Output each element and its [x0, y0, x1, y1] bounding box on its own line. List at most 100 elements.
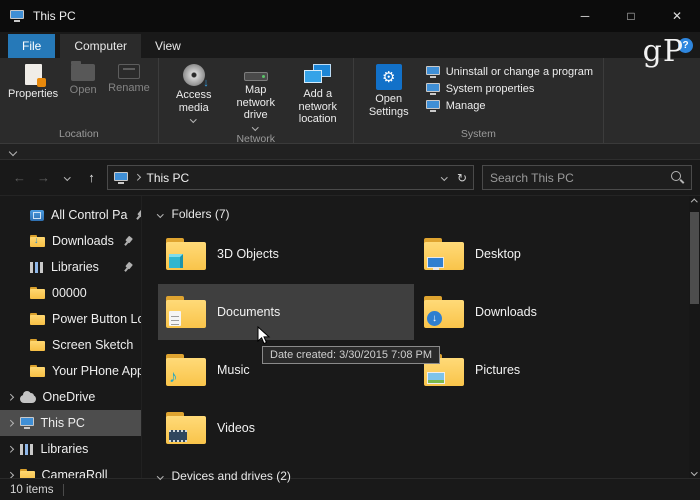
- sidebar-item-this-pc[interactable]: This PC: [0, 410, 141, 436]
- tab-view[interactable]: View: [141, 34, 195, 58]
- watermark: gP: [642, 34, 684, 69]
- search-box: [482, 165, 692, 190]
- folder-tile-pictures[interactable]: Pictures: [416, 342, 672, 398]
- folder-tile-3d-objects[interactable]: 3D Objects: [158, 226, 414, 282]
- uninstall-program-button[interactable]: Uninstall or change a program: [425, 66, 593, 78]
- network-drive-icon: [243, 72, 268, 81]
- folder-tile-desktop[interactable]: Desktop: [416, 226, 672, 282]
- explorer-window: This PC ─ □ ✕ File Computer View ? Prope…: [0, 0, 700, 500]
- folder-icon: [424, 238, 464, 270]
- pin-icon: [120, 233, 135, 248]
- filmstrip-icon: [169, 430, 187, 442]
- sidebar-item-screen-sketch[interactable]: Screen Sketch: [0, 332, 141, 358]
- libraries-icon: [30, 261, 44, 273]
- properties-button[interactable]: Properties: [4, 60, 62, 103]
- maximize-button[interactable]: □: [608, 0, 654, 32]
- dropdown-chevron-icon: [190, 116, 197, 123]
- minimize-button[interactable]: ─: [562, 0, 608, 32]
- access-media-button[interactable]: ↓ Access media: [163, 60, 225, 124]
- document-icon: [169, 311, 181, 326]
- scrollbar-thumb[interactable]: [690, 212, 699, 304]
- sidebar-item-libraries-pinned[interactable]: Libraries: [0, 254, 141, 280]
- open-button[interactable]: Open: [62, 60, 104, 99]
- items-count: 10 items: [10, 483, 54, 496]
- folder-icon: [30, 339, 45, 351]
- ribbon: Properties Open Rename Location ↓ Access…: [0, 58, 700, 145]
- libraries-icon: [19, 443, 34, 455]
- open-settings-button[interactable]: ⚙ Open Settings: [358, 60, 420, 120]
- system-properties-icon: [425, 83, 440, 95]
- folder-icon: [30, 313, 45, 325]
- folder-icon: [166, 412, 206, 444]
- sidebar-item-your-phone-app[interactable]: Your PHone App: [0, 358, 141, 384]
- sidebar-item-downloads[interactable]: ↓ Downloads: [0, 228, 141, 254]
- download-arrow-icon: ↓: [427, 311, 442, 326]
- devices-group-header[interactable]: Devices and drives (2): [157, 466, 674, 486]
- sidebar-item-cameraroll[interactable]: CameraRoll: [0, 462, 141, 478]
- expand-chevron-icon[interactable]: [7, 393, 14, 401]
- scroll-up-icon[interactable]: [691, 199, 698, 206]
- back-button[interactable]: ←: [8, 166, 31, 190]
- folder-icon: [30, 365, 45, 377]
- group-label-location: Location: [59, 128, 99, 140]
- pin-icon: [132, 207, 141, 222]
- manage-button[interactable]: Manage: [425, 100, 593, 112]
- sidebar-item-00000[interactable]: 00000: [0, 280, 141, 306]
- this-pc-icon: [19, 417, 34, 429]
- onedrive-cloud-icon: [19, 390, 36, 403]
- properties-icon: [24, 64, 46, 87]
- vertical-scrollbar[interactable]: [689, 196, 700, 478]
- scroll-down-icon[interactable]: [691, 468, 698, 475]
- status-divider: [63, 483, 65, 496]
- address-dropdown-icon[interactable]: [441, 174, 448, 181]
- search-input[interactable]: [490, 170, 666, 185]
- file-list-pane: Folders (7) 3D Objects Desktop Documents…: [142, 196, 700, 483]
- sidebar-item-libraries[interactable]: Libraries: [0, 436, 141, 462]
- search-icon[interactable]: [671, 171, 684, 184]
- sidebar-item-power-button[interactable]: Power Button Lo: [0, 306, 141, 332]
- folder-icon: ↓: [424, 296, 464, 328]
- collapse-group-chevron-icon[interactable]: [157, 210, 164, 218]
- window-icon: [10, 10, 24, 22]
- control-panel-icon: [30, 209, 44, 221]
- folder-icon: [166, 238, 206, 270]
- expand-chevron-icon[interactable]: [7, 445, 14, 453]
- up-button[interactable]: ↑: [80, 166, 103, 190]
- close-button[interactable]: ✕: [654, 0, 700, 32]
- folder-tile-downloads[interactable]: ↓ Downloads: [416, 284, 672, 340]
- network-location-icon: [304, 64, 332, 85]
- map-network-drive-button[interactable]: Map network drive: [225, 60, 287, 131]
- expand-chevron-icon[interactable]: [7, 471, 14, 478]
- system-small-buttons: Uninstall or change a program System pro…: [420, 60, 599, 112]
- open-folder-icon: [71, 61, 96, 81]
- folder-tile-documents[interactable]: Documents: [158, 284, 414, 340]
- mouse-cursor: [257, 325, 271, 348]
- sidebar-item-onedrive[interactable]: OneDrive: [0, 384, 141, 410]
- tab-file[interactable]: File: [8, 34, 56, 58]
- media-disc-icon: ↓: [182, 64, 209, 89]
- refresh-icon[interactable]: ↻: [457, 171, 467, 185]
- forward-button[interactable]: →: [32, 166, 55, 190]
- collapse-group-chevron-icon[interactable]: [157, 472, 164, 480]
- ribbon-collapse-chevron-icon[interactable]: [8, 147, 18, 156]
- rename-button[interactable]: Rename: [104, 60, 154, 97]
- address-bar[interactable]: This PC ↻: [107, 165, 474, 190]
- tab-computer[interactable]: Computer: [60, 34, 142, 58]
- add-network-location-button[interactable]: Add a network location: [287, 60, 349, 128]
- recent-locations-dropdown[interactable]: [56, 166, 79, 190]
- rename-icon: [117, 64, 140, 79]
- folder-tile-videos[interactable]: Videos: [158, 400, 414, 456]
- sidebar-item-all-control-panel[interactable]: All Control Pa: [0, 202, 141, 228]
- ribbon-group-network: ↓ Access media Map network drive Add a n…: [159, 58, 354, 145]
- folders-group-header[interactable]: Folders (7): [157, 204, 674, 224]
- photo-icon: [427, 372, 445, 384]
- expand-chevron-icon[interactable]: [7, 419, 14, 427]
- 3d-cube-icon: [169, 254, 183, 268]
- system-properties-button[interactable]: System properties: [425, 83, 593, 95]
- breadcrumb[interactable]: This PC: [147, 171, 190, 185]
- music-note-icon: ♪: [169, 367, 178, 386]
- group-label-system: System: [460, 128, 496, 140]
- folders-grid: 3D Objects Desktop Documents ↓ Downloads…: [158, 226, 674, 456]
- tooltip: Date created: 3/30/2015 7:08 PM: [262, 346, 441, 364]
- breadcrumb-chevron-icon[interactable]: [134, 174, 141, 181]
